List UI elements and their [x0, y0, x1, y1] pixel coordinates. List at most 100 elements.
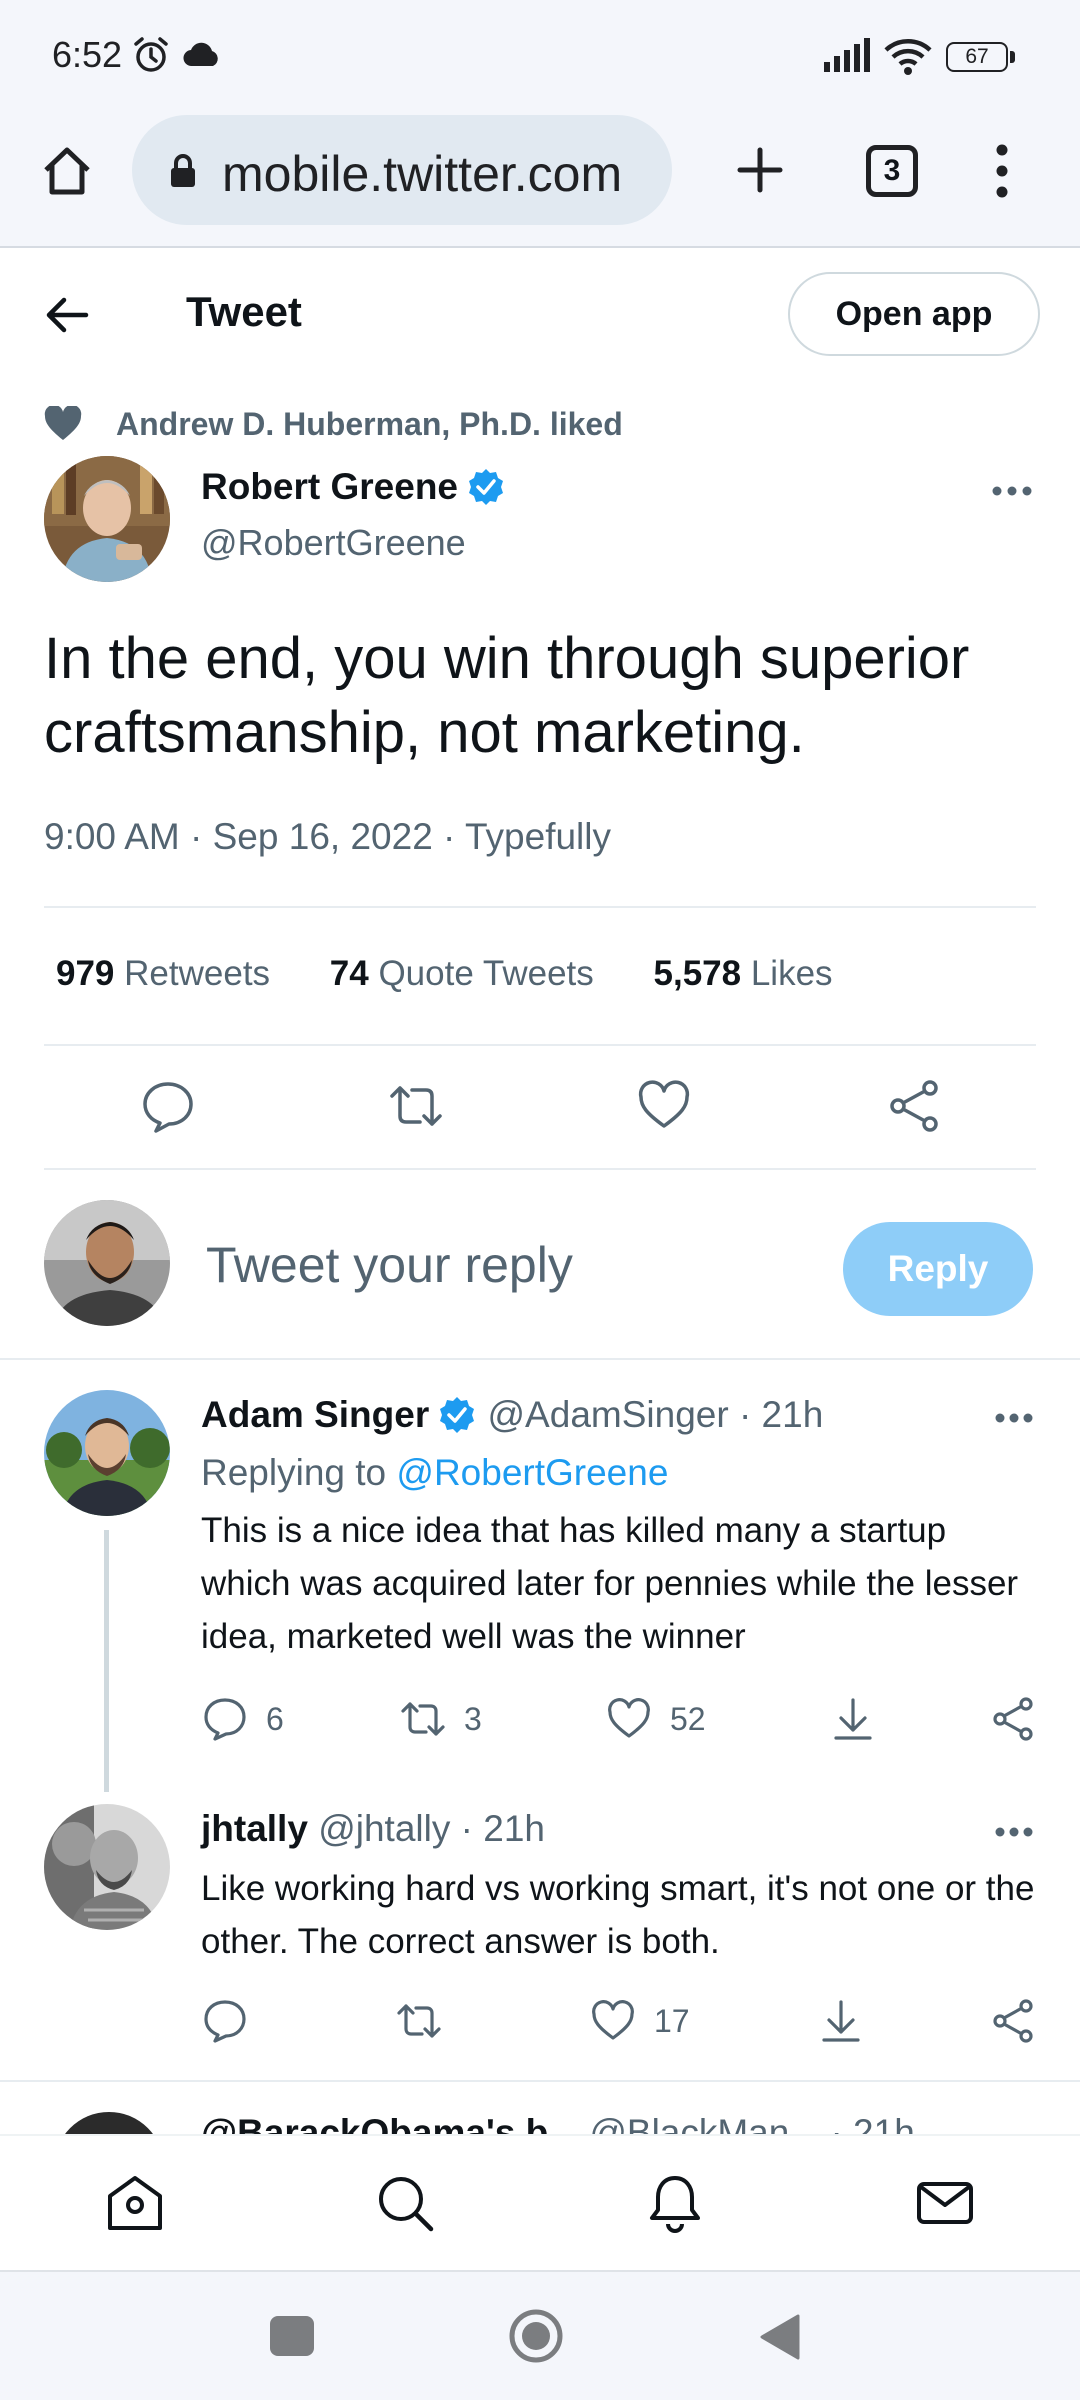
reply-actions: 6 3 52 — [0, 1696, 1080, 1746]
avatar[interactable] — [44, 1390, 170, 1516]
android-nav-bar — [0, 2270, 1080, 2400]
search-icon[interactable] — [374, 2172, 436, 2234]
reply-author-name[interactable]: @BarackObama's b... — [201, 2112, 579, 2136]
download-action[interactable] — [818, 1998, 864, 2048]
heart-filled-icon — [44, 406, 82, 440]
avatar[interactable] — [54, 2112, 164, 2136]
replying-to: Replying to @RobertGreene — [201, 1452, 668, 1494]
home-icon[interactable] — [40, 144, 94, 198]
tweet-actions — [0, 1070, 1080, 1146]
reply-icon — [204, 1698, 246, 1741]
reply-author-handle[interactable]: @AdamSinger · 21h — [488, 1394, 824, 1435]
open-app-button[interactable]: Open app — [788, 272, 1040, 356]
reply-header: @BarackObama's b... @BlackMan... · 21h — [201, 2112, 915, 2136]
author-handle[interactable]: @RobertGreene — [201, 522, 466, 564]
reply-tweet-partial[interactable]: @BarackObama's b... @BlackMan... · 21h — [0, 2084, 1080, 2136]
share-action[interactable] — [990, 1998, 1036, 2048]
page-header: Tweet Open app — [0, 250, 1080, 380]
download-icon — [822, 2000, 860, 2042]
likes-label: Likes — [750, 954, 833, 993]
avatar-robert-greene-image — [44, 456, 170, 582]
messages-icon[interactable] — [914, 2172, 976, 2234]
user-avatar[interactable] — [44, 1200, 170, 1326]
status-bar: 6:52 67 — [0, 0, 1080, 110]
recent-apps-icon[interactable] — [270, 2316, 314, 2356]
reply-action[interactable]: 6 — [202, 1696, 284, 1746]
reply-actions: 17 — [0, 1998, 1080, 2048]
share-icon[interactable] — [886, 1078, 942, 1134]
like-action[interactable]: 52 — [606, 1696, 706, 1746]
browser-chrome: 6:52 67 mobile.twitter.com 3 — [0, 0, 1080, 248]
wifi-icon — [884, 39, 932, 75]
url-text: mobile.twitter.com — [222, 146, 623, 202]
plus-icon[interactable] — [736, 146, 784, 194]
tweet-text: In the end, you win through superior cra… — [44, 626, 970, 765]
like-count: 52 — [670, 1700, 706, 1737]
lock-icon — [171, 154, 195, 187]
more-options-icon[interactable] — [990, 484, 1034, 498]
author-name[interactable]: Robert Greene — [201, 466, 506, 508]
reply-button[interactable]: Reply — [843, 1222, 1033, 1316]
like-icon[interactable] — [636, 1078, 692, 1134]
replying-to-label: Replying to — [201, 1452, 397, 1493]
avatar[interactable] — [44, 456, 170, 582]
notifications-bell-icon[interactable] — [644, 2172, 706, 2234]
verified-badge-icon — [469, 469, 504, 505]
quotes-label: Quote Tweets — [378, 954, 594, 993]
more-options-icon[interactable] — [994, 1412, 1034, 1424]
home-icon[interactable] — [104, 2172, 166, 2234]
reply-input[interactable]: Tweet your reply — [206, 1236, 573, 1294]
replying-to-mention[interactable]: @RobertGreene — [396, 1452, 668, 1493]
reply-icon[interactable] — [140, 1078, 196, 1134]
reply-header: Adam Singer @AdamSinger · 21h — [201, 1394, 823, 1436]
thread-line — [104, 1530, 109, 1792]
retweet-count: 3 — [464, 1700, 482, 1737]
reply-author-name[interactable]: Adam Singer — [201, 1394, 429, 1435]
retweets-stat[interactable]: 979 Retweets — [56, 954, 270, 993]
retweet-icon[interactable] — [388, 1078, 444, 1134]
share-icon — [993, 1697, 1033, 1741]
quote-tweets-stat[interactable]: 74 Quote Tweets — [330, 954, 594, 993]
reply-text: Like working hard vs working smart, it's… — [201, 1869, 1035, 1961]
avatar-jhtally-image — [44, 1804, 170, 1930]
avatar[interactable] — [44, 1804, 170, 1930]
tabs-icon[interactable]: 3 — [866, 145, 918, 197]
likes-stat[interactable]: 5,578 Likes — [654, 954, 833, 993]
like-action[interactable]: 17 — [590, 1998, 690, 2048]
retweet-action[interactable] — [396, 1998, 442, 2048]
battery-level: 67 — [946, 42, 1008, 72]
download-action[interactable] — [830, 1696, 876, 1746]
like-count: 17 — [654, 2002, 690, 2039]
reply-text: This is a nice idea that has killed many… — [201, 1511, 1019, 1656]
retweets-count: 979 — [56, 954, 115, 993]
share-action[interactable] — [990, 1696, 1036, 1746]
reply-author-handle[interactable]: @jhtally · 21h — [318, 1808, 545, 1849]
like-icon — [592, 2000, 634, 2040]
quotes-count: 74 — [329, 954, 369, 993]
avatar-adam-singer-image — [44, 1390, 170, 1516]
android-back-icon[interactable] — [758, 2312, 802, 2362]
reply-action[interactable] — [202, 1998, 248, 2048]
back-arrow-icon[interactable] — [44, 292, 90, 338]
tweet-timestamp[interactable]: 9:00 AM · Sep 16, 2022 · Typefully — [44, 816, 611, 858]
url-bar[interactable]: mobile.twitter.com — [132, 115, 672, 225]
android-home-icon[interactable] — [508, 2308, 564, 2364]
reply-author-name[interactable]: jhtally — [201, 1808, 308, 1849]
battery-icon: 67 — [946, 42, 1016, 72]
likes-count: 5,578 — [653, 954, 742, 993]
divider — [44, 906, 1036, 908]
download-icon — [834, 1698, 872, 1740]
like-icon — [608, 1698, 650, 1738]
divider — [0, 1358, 1080, 1360]
reply-author-handle[interactable]: @BlackMan... · 21h — [589, 2112, 914, 2136]
reply-icon — [204, 2000, 246, 2043]
reply-count: 6 — [266, 1700, 284, 1737]
retweets-label: Retweets — [124, 954, 271, 993]
more-options-icon[interactable] — [994, 1826, 1034, 1838]
cloud-icon — [183, 42, 218, 67]
liked-by-text: Andrew D. Huberman, Ph.D. liked — [116, 406, 623, 442]
retweet-action[interactable]: 3 — [400, 1696, 482, 1746]
alarm-icon — [134, 37, 168, 72]
menu-icon[interactable] — [990, 144, 1014, 198]
user-avatar-image — [44, 1200, 170, 1326]
